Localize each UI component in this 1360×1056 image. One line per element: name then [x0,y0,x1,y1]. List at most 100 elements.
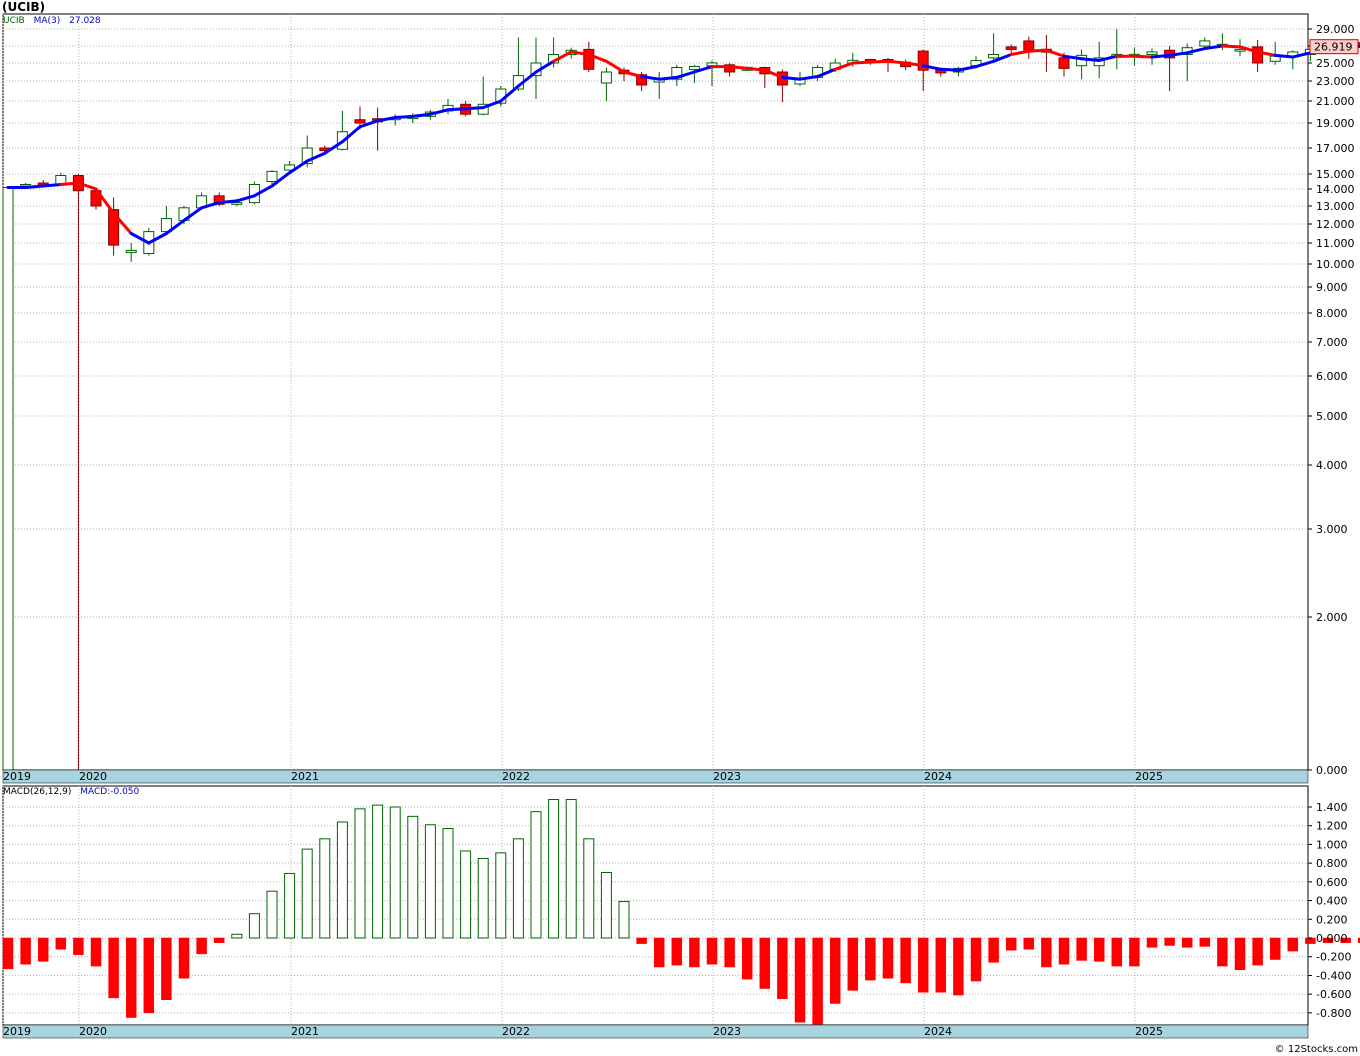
macd-bar [759,937,771,989]
price-tick-label: 11.000 [1316,237,1355,250]
ma-segment [1080,57,1101,62]
macd-bar [548,799,560,939]
macd-bar [1076,937,1087,961]
macd-bar [1058,937,1070,965]
year-label: 2021 [291,770,319,783]
year-label: 2025 [1135,770,1163,783]
ma-segment [780,75,802,81]
macd-bar [108,937,119,999]
candle-body [688,66,700,70]
year-label: 2021 [291,1025,319,1038]
macd-bar [1287,937,1299,952]
price-tick-label: 8.000 [1316,307,1348,320]
macd-bar [1093,937,1105,962]
price-tick-label: 3.000 [1316,523,1348,536]
macd-bar [935,937,947,993]
price-legend: UCIB MA(3) 27.028 [3,16,101,26]
candle-body [988,54,1000,59]
macd-bar [266,890,278,939]
macd-bar [1129,937,1140,967]
macd-bar [988,937,999,963]
macd-bar [953,937,964,996]
macd-tick-label: 0.600 [1316,876,1348,889]
price-date-band [2,769,1309,784]
footer-credit: © 12Stocks.com [1274,1044,1358,1055]
ma-segment [464,106,485,111]
candle-body [354,119,366,124]
macd-bar [125,937,137,1018]
macd-bar [565,799,577,939]
macd-bar [20,937,31,965]
stock-chart: 29.00027.00025.00023.00021.00019.00017.0… [2,13,1360,1039]
ma-segment [24,184,45,189]
macd-bar [724,937,735,968]
macd-bar [882,937,894,979]
macd-date-band [2,1024,1309,1039]
ma-segment [745,66,767,72]
macd-bar [231,933,243,939]
macd-tick-label: 0.400 [1316,895,1348,908]
ma-segment [1132,54,1154,59]
macd-bar [1217,937,1228,967]
macd-bar [847,937,859,991]
year-label: 2019 [3,770,31,783]
price-tick-label: 29.000 [1316,23,1355,36]
ma-segment [393,114,415,119]
macd-tick-label: 0.200 [1316,913,1348,926]
macd-bar [706,937,718,965]
macd-bar [248,913,260,939]
macd-bar [495,852,507,939]
price-tick-label: 12.000 [1316,218,1355,231]
macd-bar [689,937,700,968]
macd-bar [1146,937,1158,948]
price-tick-label: 23.000 [1316,75,1355,88]
macd-bar [1164,937,1175,946]
macd-bar [389,806,401,939]
macd-bar [1269,937,1281,960]
macd-bar [829,937,841,1004]
price-tick-label: 9.000 [1316,281,1348,294]
macd-bar [512,838,524,939]
candle-body [1252,46,1264,64]
macd-tick-label: 1.400 [1316,801,1348,814]
price-legend-ma-label: MA(3) [33,16,61,26]
macd-legend: MACD(26,12,9) MACD:-0.050 [3,787,139,797]
macd-bar [301,848,313,939]
price-tick-label: 19.000 [1316,117,1355,130]
candle-body [2,187,14,771]
year-label: 2019 [3,1025,31,1038]
macd-bar [741,937,753,980]
macd-bar [460,850,472,939]
ma-segment [657,75,679,81]
year-label: 2024 [924,770,952,783]
macd-tick-label: 0.800 [1316,857,1348,870]
macd-tick-label: 0.000 [1316,932,1348,945]
price-grid [2,13,1309,771]
macd-bar [372,804,384,939]
macd-bar [336,821,348,939]
ma-segment [41,183,63,188]
ma-segment [1273,53,1295,59]
macd-bar [917,937,929,993]
price-tick-label: 4.000 [1316,459,1348,472]
price-tick-label: 6.000 [1316,370,1348,383]
macd-bar [143,937,155,1014]
macd-bar [90,937,102,967]
macd-bar [600,872,612,939]
price-tick-label: 13.000 [1316,200,1355,213]
macd-bar [1181,937,1193,948]
macd-bar [653,937,665,968]
macd-bar [37,937,49,962]
price-tick-label: 14.000 [1316,183,1355,196]
macd-bar [424,824,436,939]
price-tick-label: 2.000 [1316,611,1348,624]
macd-bar [618,901,630,939]
candle-body [600,71,612,84]
macd-tick-label: -0.200 [1316,951,1351,964]
macd-tick-label: -0.600 [1316,988,1351,1001]
ma-segment [868,59,890,64]
macd-bar [1041,937,1052,968]
macd-bar [777,937,788,1000]
macd-bar [900,937,911,984]
macd-tick-label: -0.400 [1316,969,1351,982]
